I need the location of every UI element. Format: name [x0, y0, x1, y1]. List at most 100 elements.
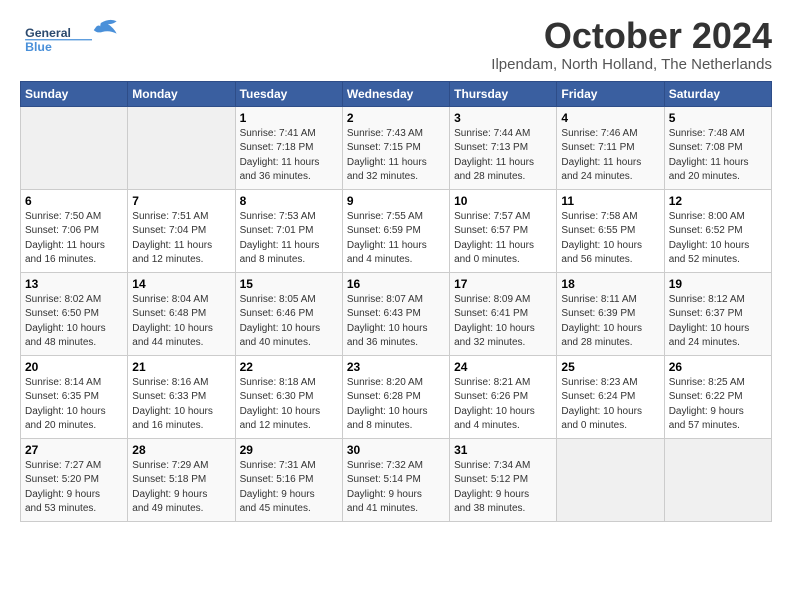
logo-svg: General Blue [20, 16, 120, 60]
week-row-5: 27 Sunrise: 7:27 AM Sunset: 5:20 PM Dayli… [21, 438, 772, 521]
day-number: 8 [240, 194, 338, 208]
week-row-4: 20 Sunrise: 8:14 AM Sunset: 6:35 PM Dayli… [21, 355, 772, 438]
day-detail: Sunrise: 8:20 AM Sunset: 6:28 PM Dayligh… [347, 376, 445, 434]
day-detail: Sunrise: 8:14 AM Sunset: 6:35 PM Dayligh… [25, 376, 123, 434]
calendar-cell: 21 Sunrise: 8:16 AM Sunset: 6:33 PM Dayli… [128, 355, 235, 438]
week-row-2: 6 Sunrise: 7:50 AM Sunset: 7:06 PM Daylig… [21, 189, 772, 272]
calendar-cell: 3 Sunrise: 7:44 AM Sunset: 7:13 PM Daylig… [450, 106, 557, 189]
day-number: 24 [454, 360, 552, 374]
day-number: 3 [454, 111, 552, 125]
day-detail: Sunrise: 7:53 AM Sunset: 7:01 PM Dayligh… [240, 210, 338, 268]
week-row-1: 1Sunrise: 7:41 AM Sunset: 7:18 PM Daylig… [21, 106, 772, 189]
day-detail: Sunrise: 7:48 AM Sunset: 7:08 PM Dayligh… [669, 127, 767, 185]
day-detail: Sunrise: 7:41 AM Sunset: 7:18 PM Dayligh… [240, 127, 338, 185]
day-number: 15 [240, 277, 338, 291]
day-number: 18 [561, 277, 659, 291]
calendar-cell: 7 Sunrise: 7:51 AM Sunset: 7:04 PM Daylig… [128, 189, 235, 272]
calendar-cell: 1Sunrise: 7:41 AM Sunset: 7:18 PM Daylig… [235, 106, 342, 189]
day-detail: Sunrise: 7:55 AM Sunset: 6:59 PM Dayligh… [347, 210, 445, 268]
calendar-cell: 23 Sunrise: 8:20 AM Sunset: 6:28 PM Dayli… [342, 355, 449, 438]
weekday-header-monday: Monday [128, 81, 235, 106]
day-detail: Sunrise: 8:11 AM Sunset: 6:39 PM Dayligh… [561, 293, 659, 351]
day-detail: Sunrise: 8:21 AM Sunset: 6:26 PM Dayligh… [454, 376, 552, 434]
title-block: October 2024 Ilpendam, North Holland, Th… [491, 16, 772, 73]
weekday-header-friday: Friday [557, 81, 664, 106]
calendar-cell: 20 Sunrise: 8:14 AM Sunset: 6:35 PM Dayli… [21, 355, 128, 438]
day-number: 28 [132, 443, 230, 457]
calendar-cell: 31 Sunrise: 7:34 AM Sunset: 5:12 PM Dayli… [450, 438, 557, 521]
calendar-cell: 22Sunrise: 8:18 AM Sunset: 6:30 PM Dayli… [235, 355, 342, 438]
calendar-cell: 9 Sunrise: 7:55 AM Sunset: 6:59 PM Daylig… [342, 189, 449, 272]
day-number: 16 [347, 277, 445, 291]
day-number: 29 [240, 443, 338, 457]
day-number: 17 [454, 277, 552, 291]
day-detail: Sunrise: 7:57 AM Sunset: 6:57 PM Dayligh… [454, 210, 552, 268]
day-detail: Sunrise: 7:32 AM Sunset: 5:14 PM Dayligh… [347, 459, 445, 517]
day-number: 13 [25, 277, 123, 291]
calendar-cell: 13 Sunrise: 8:02 AM Sunset: 6:50 PM Dayli… [21, 272, 128, 355]
calendar-cell: 26Sunrise: 8:25 AM Sunset: 6:22 PM Dayli… [664, 355, 771, 438]
day-number: 21 [132, 360, 230, 374]
calendar-cell: 12 Sunrise: 8:00 AM Sunset: 6:52 PM Dayli… [664, 189, 771, 272]
day-detail: Sunrise: 8:00 AM Sunset: 6:52 PM Dayligh… [669, 210, 767, 268]
calendar-cell: 18 Sunrise: 8:11 AM Sunset: 6:39 PM Dayli… [557, 272, 664, 355]
calendar-cell: 6 Sunrise: 7:50 AM Sunset: 7:06 PM Daylig… [21, 189, 128, 272]
day-number: 30 [347, 443, 445, 457]
calendar-cell: 29 Sunrise: 7:31 AM Sunset: 5:16 PM Dayli… [235, 438, 342, 521]
calendar-cell: 15 Sunrise: 8:05 AM Sunset: 6:46 PM Dayli… [235, 272, 342, 355]
day-detail: Sunrise: 7:50 AM Sunset: 7:06 PM Dayligh… [25, 210, 123, 268]
weekday-header-tuesday: Tuesday [235, 81, 342, 106]
day-detail: Sunrise: 8:09 AM Sunset: 6:41 PM Dayligh… [454, 293, 552, 351]
day-number: 27 [25, 443, 123, 457]
day-detail: Sunrise: 8:02 AM Sunset: 6:50 PM Dayligh… [25, 293, 123, 351]
svg-text:General: General [25, 26, 71, 40]
calendar-cell: 17 Sunrise: 8:09 AM Sunset: 6:41 PM Dayli… [450, 272, 557, 355]
day-detail: Sunrise: 8:04 AM Sunset: 6:48 PM Dayligh… [132, 293, 230, 351]
weekday-header-saturday: Saturday [664, 81, 771, 106]
calendar-cell [128, 106, 235, 189]
calendar-cell: 4Sunrise: 7:46 AM Sunset: 7:11 PM Daylig… [557, 106, 664, 189]
day-detail: Sunrise: 7:58 AM Sunset: 6:55 PM Dayligh… [561, 210, 659, 268]
day-number: 2 [347, 111, 445, 125]
day-number: 19 [669, 277, 767, 291]
day-detail: Sunrise: 7:29 AM Sunset: 5:18 PM Dayligh… [132, 459, 230, 517]
calendar-cell: 30 Sunrise: 7:32 AM Sunset: 5:14 PM Dayli… [342, 438, 449, 521]
day-detail: Sunrise: 7:31 AM Sunset: 5:16 PM Dayligh… [240, 459, 338, 517]
day-detail: Sunrise: 8:05 AM Sunset: 6:46 PM Dayligh… [240, 293, 338, 351]
weekday-header-sunday: Sunday [21, 81, 128, 106]
calendar-cell: 25Sunrise: 8:23 AM Sunset: 6:24 PM Dayli… [557, 355, 664, 438]
day-number: 31 [454, 443, 552, 457]
day-detail: Sunrise: 8:16 AM Sunset: 6:33 PM Dayligh… [132, 376, 230, 434]
day-number: 26 [669, 360, 767, 374]
calendar-cell: 10 Sunrise: 7:57 AM Sunset: 6:57 PM Dayli… [450, 189, 557, 272]
day-number: 12 [669, 194, 767, 208]
week-row-3: 13 Sunrise: 8:02 AM Sunset: 6:50 PM Dayli… [21, 272, 772, 355]
day-number: 23 [347, 360, 445, 374]
calendar-table: SundayMondayTuesdayWednesdayThursdayFrid… [20, 81, 772, 522]
calendar-cell: 28 Sunrise: 7:29 AM Sunset: 5:18 PM Dayli… [128, 438, 235, 521]
day-number: 9 [347, 194, 445, 208]
calendar-cell: 27 Sunrise: 7:27 AM Sunset: 5:20 PM Dayli… [21, 438, 128, 521]
calendar-cell: 2 Sunrise: 7:43 AM Sunset: 7:15 PM Daylig… [342, 106, 449, 189]
calendar-cell: 5Sunrise: 7:48 AM Sunset: 7:08 PM Daylig… [664, 106, 771, 189]
day-detail: Sunrise: 7:44 AM Sunset: 7:13 PM Dayligh… [454, 127, 552, 185]
calendar-subtitle: Ilpendam, North Holland, The Netherlands [491, 56, 772, 73]
day-number: 14 [132, 277, 230, 291]
day-number: 10 [454, 194, 552, 208]
day-detail: Sunrise: 7:43 AM Sunset: 7:15 PM Dayligh… [347, 127, 445, 185]
weekday-header-wednesday: Wednesday [342, 81, 449, 106]
day-detail: Sunrise: 7:27 AM Sunset: 5:20 PM Dayligh… [25, 459, 123, 517]
page: General Blue October 2024 Ilpendam, Nort… [0, 0, 792, 538]
day-number: 20 [25, 360, 123, 374]
header: General Blue October 2024 Ilpendam, Nort… [20, 16, 772, 73]
day-detail: Sunrise: 7:51 AM Sunset: 7:04 PM Dayligh… [132, 210, 230, 268]
day-number: 7 [132, 194, 230, 208]
calendar-cell: 14 Sunrise: 8:04 AM Sunset: 6:48 PM Dayli… [128, 272, 235, 355]
day-detail: Sunrise: 7:34 AM Sunset: 5:12 PM Dayligh… [454, 459, 552, 517]
day-number: 6 [25, 194, 123, 208]
day-number: 11 [561, 194, 659, 208]
calendar-cell: 11 Sunrise: 7:58 AM Sunset: 6:55 PM Dayli… [557, 189, 664, 272]
weekday-header-thursday: Thursday [450, 81, 557, 106]
calendar-cell: 24 Sunrise: 8:21 AM Sunset: 6:26 PM Dayli… [450, 355, 557, 438]
calendar-cell [21, 106, 128, 189]
